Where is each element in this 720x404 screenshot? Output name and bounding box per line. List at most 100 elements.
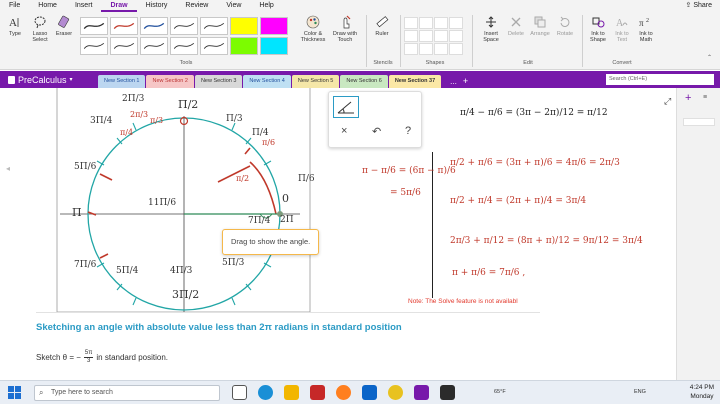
red-label-pi-over-6: π/6 (262, 138, 276, 147)
ruler-button[interactable]: Ruler (370, 15, 394, 37)
file-explorer-icon[interactable] (284, 385, 299, 400)
tab-section-4[interactable]: New Section 4 (243, 75, 291, 88)
more-sections-button[interactable]: ... (450, 77, 457, 86)
shape-triangle[interactable] (419, 43, 433, 55)
tab-section-3[interactable]: New Section 3 (194, 75, 243, 88)
shape-3d-axes[interactable] (434, 30, 448, 42)
ink-to-math-label: Ink to Math (639, 31, 653, 43)
rotate-button[interactable]: Rotate (553, 15, 577, 37)
acrobat-icon[interactable] (310, 385, 325, 400)
ribbon-divider (400, 15, 401, 67)
menu-bar: File Home Insert Draw History Review Vie… (0, 0, 720, 12)
shape-arrow-2[interactable] (449, 17, 463, 29)
taskbar-search-placeholder: Type here to search (51, 389, 113, 396)
firefox-icon[interactable] (336, 385, 351, 400)
stencils-group-label: Stencils (373, 60, 393, 66)
highlighter-green[interactable] (230, 37, 258, 55)
pen-swatch[interactable] (170, 37, 198, 55)
tab-section-1[interactable]: New Section 1 (98, 75, 146, 88)
draw-with-touch-button[interactable]: Draw with Touch (330, 15, 360, 43)
arrange-button[interactable]: Arrange (528, 15, 552, 37)
taskbar-search-input[interactable]: ⌕ Type here to search (34, 385, 220, 401)
menu-file[interactable]: File (0, 0, 29, 12)
pen-swatch[interactable] (110, 37, 138, 55)
pen-swatch[interactable] (140, 17, 168, 35)
shape-line[interactable] (404, 17, 418, 29)
start-button[interactable] (8, 386, 21, 399)
page-nav-icon[interactable]: ◂ (6, 164, 10, 173)
delete-button[interactable]: Delete (505, 15, 527, 37)
add-page-icon[interactable]: + (685, 92, 691, 104)
highlighter-yellow[interactable] (230, 17, 258, 35)
shape-grid[interactable] (449, 30, 463, 42)
undo-icon[interactable]: ↶ (372, 125, 381, 138)
page-canvas[interactable]: Π/2 3Π/2 Π 0 2Π Π/3 Π/4 Π/6 2Π/3 3Π/4 5Π… (0, 88, 676, 380)
edge-icon[interactable] (258, 385, 273, 400)
draw-ribbon: A Type Lasso Select Eraser Tools Color &… (0, 12, 720, 70)
app-icon[interactable] (440, 385, 455, 400)
page-list-item[interactable] (683, 118, 715, 126)
shape-diamond[interactable] (449, 43, 463, 55)
lasso-select-button[interactable]: Lasso Select (28, 15, 52, 43)
menu-history[interactable]: History (137, 0, 177, 12)
shape-circle[interactable] (404, 43, 418, 55)
tools-group-label: Tools (179, 60, 193, 66)
expand-icon[interactable]: ⤢ (664, 96, 671, 107)
lasso-label: Lasso Select (32, 31, 48, 43)
insert-space-label: Insert Space (483, 31, 499, 43)
tab-section-2[interactable]: New Section 2 (146, 75, 194, 88)
sketch-fraction: 5π 3 (83, 350, 94, 365)
menu-view[interactable]: View (217, 0, 250, 12)
onenote-taskbar-icon[interactable] (414, 385, 429, 400)
search-input[interactable]: Search (Ctrl+E) (606, 74, 714, 85)
share-label: Share (693, 2, 712, 9)
share-button[interactable]: ⇪ Share (686, 1, 713, 11)
menu-help[interactable]: Help (250, 0, 282, 12)
tab-section-37[interactable]: New Section 37 (388, 75, 442, 88)
shape-double-arrow[interactable] (434, 17, 448, 29)
pen-swatch[interactable] (140, 37, 168, 55)
angle-tool-button[interactable] (333, 96, 359, 118)
type-button[interactable]: A Type (4, 15, 26, 37)
shape-axes[interactable] (419, 30, 433, 42)
help-icon[interactable]: ? (405, 125, 411, 137)
shape-rectangle[interactable] (434, 43, 448, 55)
outlook-icon[interactable] (362, 385, 377, 400)
ink-to-shape-button[interactable]: Ink to Shape (586, 15, 610, 43)
search-icon: ⌕ (39, 388, 44, 397)
pen-swatch[interactable] (200, 17, 228, 35)
notebook-selector[interactable]: PreCalculus ▾ (8, 75, 98, 85)
menu-insert[interactable]: Insert (66, 0, 102, 12)
menu-review[interactable]: Review (176, 0, 217, 12)
chrome-icon[interactable] (388, 385, 403, 400)
menu-draw[interactable]: Draw (101, 0, 137, 12)
label-pi-over-6: Π/6 (298, 174, 315, 184)
pen-swatch[interactable] (170, 17, 198, 35)
touch-icon (343, 15, 351, 29)
pen-swatch[interactable] (80, 17, 108, 35)
highlighter-magenta[interactable] (260, 17, 288, 35)
pen-swatch[interactable] (110, 17, 138, 35)
add-section-button[interactable]: + (463, 76, 468, 86)
clock[interactable]: 4:24 PM Monday (690, 383, 714, 401)
pen-swatch[interactable] (200, 37, 228, 55)
ink-to-text-button[interactable]: A Ink to Text (611, 15, 633, 43)
shape-graph[interactable] (404, 30, 418, 42)
color-thickness-button[interactable]: Color & Thickness (298, 15, 328, 43)
sketch-prompt: Sketch θ = − 5π 3 in standard position. (36, 350, 168, 365)
close-icon[interactable]: × (341, 125, 347, 137)
shape-arrow[interactable] (419, 17, 433, 29)
ink-to-math-button[interactable]: π2 Ink to Math (634, 15, 658, 43)
sort-pages-icon[interactable]: ≡ (703, 94, 707, 101)
collapse-ribbon-icon[interactable]: ⌃ (707, 54, 712, 61)
eraser-button[interactable]: Eraser (53, 15, 75, 37)
menu-home[interactable]: Home (29, 0, 66, 12)
task-view-icon[interactable] (232, 385, 247, 400)
svg-text:A: A (616, 18, 624, 29)
tab-section-6[interactable]: New Section 6 (340, 75, 388, 88)
tab-section-5[interactable]: New Section 5 (291, 75, 340, 88)
language-indicator[interactable]: ENG (634, 389, 646, 395)
highlighter-cyan[interactable] (260, 37, 288, 55)
insert-space-button[interactable]: Insert Space (478, 15, 504, 43)
pen-swatch[interactable] (80, 37, 108, 55)
